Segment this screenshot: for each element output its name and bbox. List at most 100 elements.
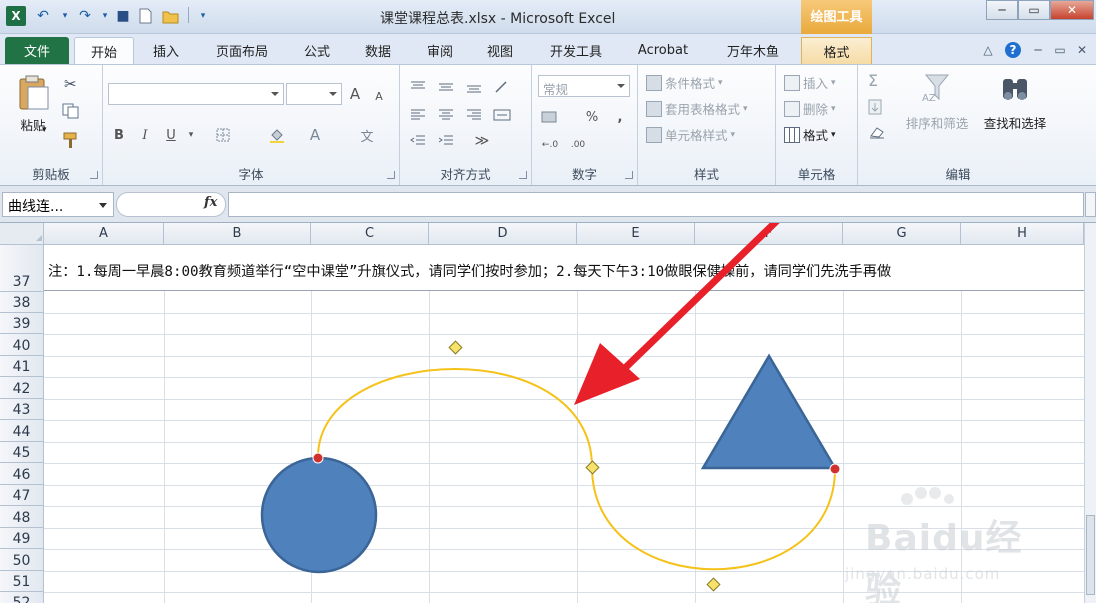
copy-icon[interactable] xyxy=(62,103,80,119)
formula-bar: 曲线连... fx xyxy=(0,188,1096,222)
font-name-combo[interactable] xyxy=(108,83,284,105)
sort-filter-label: 排序和筛选 xyxy=(905,116,969,131)
decrease-indent-icon[interactable] xyxy=(408,131,428,151)
adjust-handle-top[interactable] xyxy=(448,340,463,355)
alignment-launcher-icon[interactable] xyxy=(519,171,527,179)
fill-color-icon[interactable] xyxy=(267,125,287,145)
workbook-minimize-icon[interactable]: ─ xyxy=(1030,42,1046,58)
formula-input[interactable] xyxy=(228,192,1084,217)
tab-page-layout[interactable]: 页面布局 xyxy=(204,37,280,64)
align-center-icon[interactable] xyxy=(436,105,456,125)
grow-font-button[interactable]: A xyxy=(345,84,365,104)
connector-end-handle[interactable] xyxy=(829,463,841,475)
cut-icon[interactable]: ✂ xyxy=(64,75,77,93)
align-middle-icon[interactable] xyxy=(436,77,456,97)
format-cells-label: 格式 xyxy=(803,128,829,143)
restore-button[interactable]: ▭ xyxy=(1018,0,1050,20)
tab-drawing-format[interactable]: 格式 xyxy=(801,37,872,64)
redo-dropdown-icon[interactable]: ▾ xyxy=(96,7,114,25)
insert-function-button[interactable]: fx xyxy=(204,195,217,210)
font-size-combo[interactable] xyxy=(286,83,342,105)
wrap-text-icon[interactable]: ≫ xyxy=(472,131,492,151)
group-clipboard: 粘贴 ▾ ✂ 剪贴板 xyxy=(0,65,103,185)
tab-data[interactable]: 数据 xyxy=(352,37,404,64)
format-painter-icon[interactable] xyxy=(62,131,80,149)
close-button[interactable]: ✕ xyxy=(1050,0,1094,20)
tab-view[interactable]: 视图 xyxy=(474,37,526,64)
clear-icon[interactable] xyxy=(868,125,886,139)
comma-button[interactable]: , xyxy=(610,107,630,127)
tab-insert[interactable]: 插入 xyxy=(140,37,192,64)
align-left-icon[interactable] xyxy=(408,105,428,125)
name-box[interactable]: 曲线连... xyxy=(2,192,114,217)
align-bottom-icon[interactable] xyxy=(464,77,484,97)
connector-start-handle[interactable] xyxy=(312,452,324,464)
shrink-font-button[interactable]: A xyxy=(369,86,389,106)
clipboard-group-label: 剪贴板 xyxy=(32,167,70,182)
paste-button[interactable]: 粘贴 xyxy=(12,73,54,134)
merge-center-icon[interactable] xyxy=(492,105,512,125)
group-alignment: ≫ 对齐方式 xyxy=(400,65,532,185)
help-icon[interactable]: ? xyxy=(1005,42,1021,58)
save-icon[interactable]: ■ xyxy=(114,7,132,25)
fill-icon[interactable] xyxy=(868,99,884,115)
adjust-handle-bottom[interactable] xyxy=(706,577,721,592)
customize-quick-access-icon[interactable]: ▾ xyxy=(194,7,212,25)
scrollbar-thumb[interactable] xyxy=(1086,515,1095,595)
increase-indent-icon[interactable] xyxy=(436,131,456,151)
borders-icon[interactable] xyxy=(213,125,233,145)
format-cells-button[interactable]: 格式 ▾ xyxy=(784,125,836,144)
tab-file[interactable]: 文件 xyxy=(5,37,69,64)
conditional-formatting-button[interactable]: 条件格式 ▾ xyxy=(646,73,723,92)
formula-bar-expand-button[interactable] xyxy=(1085,192,1096,217)
orientation-icon[interactable] xyxy=(492,77,512,97)
tab-formulas[interactable]: 公式 xyxy=(292,37,342,64)
sort-filter-button[interactable]: AZ 排序和筛选 xyxy=(902,71,972,132)
workbook-restore-icon[interactable]: ▭ xyxy=(1052,42,1068,58)
undo-dropdown-icon[interactable]: ▾ xyxy=(56,7,74,25)
font-color-button[interactable]: A xyxy=(305,125,325,145)
new-file-icon[interactable] xyxy=(138,7,152,25)
number-format-combo[interactable]: 常规 xyxy=(538,75,630,97)
tab-review[interactable]: 审阅 xyxy=(414,37,466,64)
autosum-button[interactable]: Σ xyxy=(868,71,878,90)
undo-icon[interactable]: ↶ xyxy=(34,7,52,25)
group-number: 常规 % , ←.0 .00 数字 xyxy=(532,65,638,185)
font-launcher-icon[interactable] xyxy=(387,171,395,179)
underline-button[interactable]: U xyxy=(161,125,181,145)
sort-filter-icon: AZ xyxy=(922,74,950,104)
percent-button[interactable]: % xyxy=(582,107,602,127)
align-top-icon[interactable] xyxy=(408,77,428,97)
increase-decimal-icon[interactable]: ←.0 xyxy=(540,135,560,155)
minimize-ribbon-icon[interactable]: △ xyxy=(980,42,996,58)
tab-wannian-muyu[interactable]: 万年木鱼 xyxy=(712,37,794,64)
delete-cells-label: 删除 xyxy=(803,102,829,117)
bold-button[interactable]: B xyxy=(109,125,129,145)
blue-triangle-shape[interactable] xyxy=(700,353,838,470)
redo-icon[interactable]: ↷ xyxy=(76,7,94,25)
align-right-icon[interactable] xyxy=(464,105,484,125)
open-folder-icon[interactable] xyxy=(162,7,180,25)
format-as-table-button[interactable]: 套用表格格式 ▾ xyxy=(646,99,748,118)
underline-dropdown-icon[interactable]: ▾ xyxy=(181,125,201,145)
minimize-button[interactable]: ─ xyxy=(986,0,1018,20)
accounting-format-icon[interactable] xyxy=(540,107,560,127)
tab-home[interactable]: 开始 xyxy=(74,37,134,64)
number-launcher-icon[interactable] xyxy=(625,171,633,179)
phonetic-guide-button[interactable]: 文 xyxy=(357,125,377,145)
tab-developer[interactable]: 开发工具 xyxy=(536,37,616,64)
workbook-close-icon[interactable]: ✕ xyxy=(1074,42,1090,58)
tab-acrobat[interactable]: Acrobat xyxy=(628,37,698,64)
decrease-decimal-icon[interactable]: .00 xyxy=(568,135,588,155)
vertical-scrollbar[interactable] xyxy=(1084,223,1096,603)
clipboard-launcher-icon[interactable] xyxy=(90,171,98,179)
worksheet[interactable]: A B C D E F G H 注：1.每周一早晨8:00教育频道举行“空中课堂… xyxy=(0,222,1096,603)
blue-circle-shape[interactable] xyxy=(260,456,378,574)
paste-dropdown-icon[interactable]: ▾ xyxy=(42,125,47,135)
insert-cells-button[interactable]: 插入 ▾ xyxy=(784,73,836,92)
adjust-handle-middle[interactable] xyxy=(585,460,600,475)
delete-cells-button[interactable]: 删除 ▾ xyxy=(784,99,836,118)
italic-button[interactable]: I xyxy=(135,125,155,145)
find-select-button[interactable]: 查找和选择 xyxy=(978,71,1052,132)
cell-styles-button[interactable]: 单元格样式 ▾ xyxy=(646,125,735,144)
